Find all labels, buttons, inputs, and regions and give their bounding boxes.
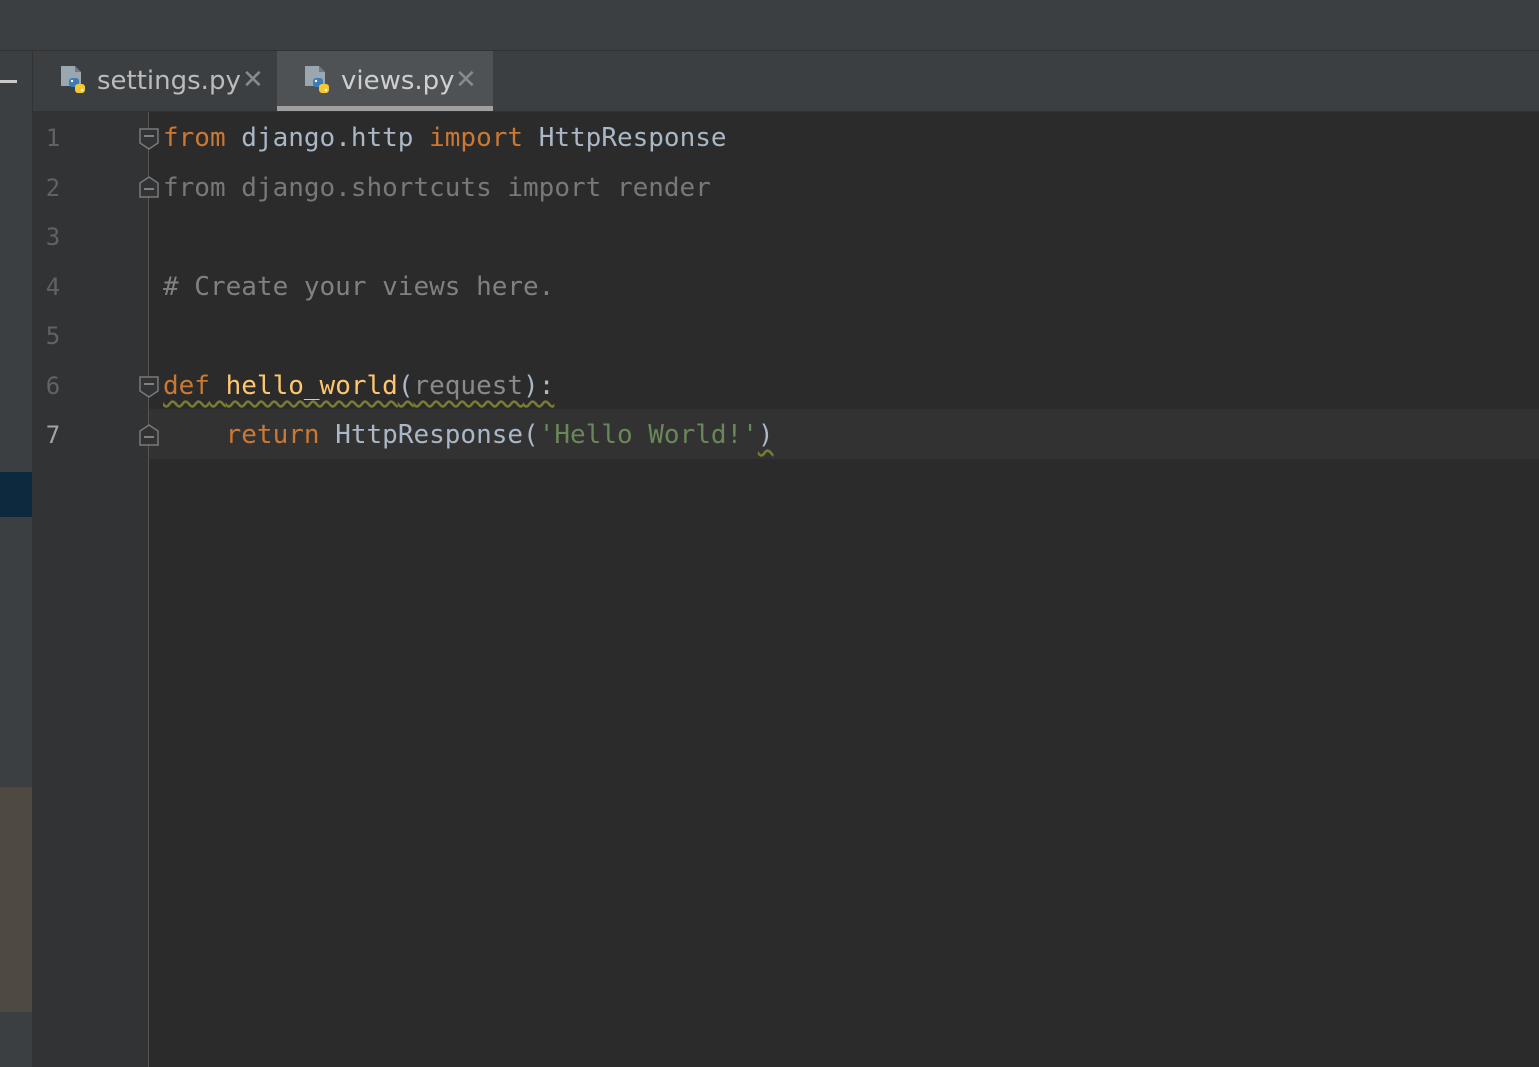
code-line-7[interactable]: return HttpResponse('Hello World!') [163,410,774,460]
tab-label: views.py [341,66,455,96]
code-line-6[interactable]: def hello_world(request): [163,361,554,411]
python-file-icon [57,64,91,98]
call-expression: HttpResponse( [319,420,539,450]
keyword-return: return [225,420,320,450]
close-icon[interactable]: ✕ [242,65,264,95]
scroll-marker[interactable] [0,787,32,1012]
tab-settings-py[interactable]: settings.py ✕ [33,51,276,111]
fold-end-icon[interactable] [139,424,159,446]
function-name: hello_world [225,371,398,401]
code-line-4[interactable]: # Create your views here. [163,262,554,312]
editor-tab-bar: settings.py ✕ views.py ✕ [33,51,1539,112]
def-signature: def hello_world(request): [163,371,554,401]
line-number-gutter [33,112,149,1067]
paren-close: ): [523,371,555,401]
import-name: HttpResponse [523,123,727,153]
paren-close: ) [757,420,774,450]
keyword-from: from [163,123,226,153]
gutter-divider [148,112,149,1067]
line-number: 6 [45,372,61,400]
string-literal: 'Hello World!' [538,420,758,450]
code-line-2[interactable]: from django.shortcuts import render [163,163,711,213]
python-file-icon [301,64,335,98]
keyword-def: def [163,371,210,401]
unused-import: from django.shortcuts import render [163,173,711,203]
parameter: request [413,371,524,401]
close-icon[interactable]: ✕ [455,65,477,95]
module-name: django.http [225,123,430,153]
tool-window-marker[interactable] [0,472,32,517]
comment: # Create your views here. [163,272,555,302]
tab-label: settings.py [97,66,241,96]
left-tool-strip [0,51,33,1067]
line-number: 4 [45,273,61,301]
fold-end-icon[interactable] [139,176,159,198]
line-number-current: 7 [45,421,61,449]
minimize-icon[interactable] [0,80,17,83]
keyword-import: import [429,123,524,153]
code-line-1[interactable]: from django.http import HttpResponse [163,113,727,163]
tab-views-py[interactable]: views.py ✕ [277,51,493,111]
line-number: 5 [45,322,61,350]
line-number: 1 [45,124,61,152]
fold-open-icon[interactable] [139,128,159,150]
fold-open-icon[interactable] [139,376,159,398]
line-number: 2 [45,174,61,202]
paren-open: ( [397,371,414,401]
title-bar [0,0,1539,51]
line-number: 3 [45,223,61,251]
